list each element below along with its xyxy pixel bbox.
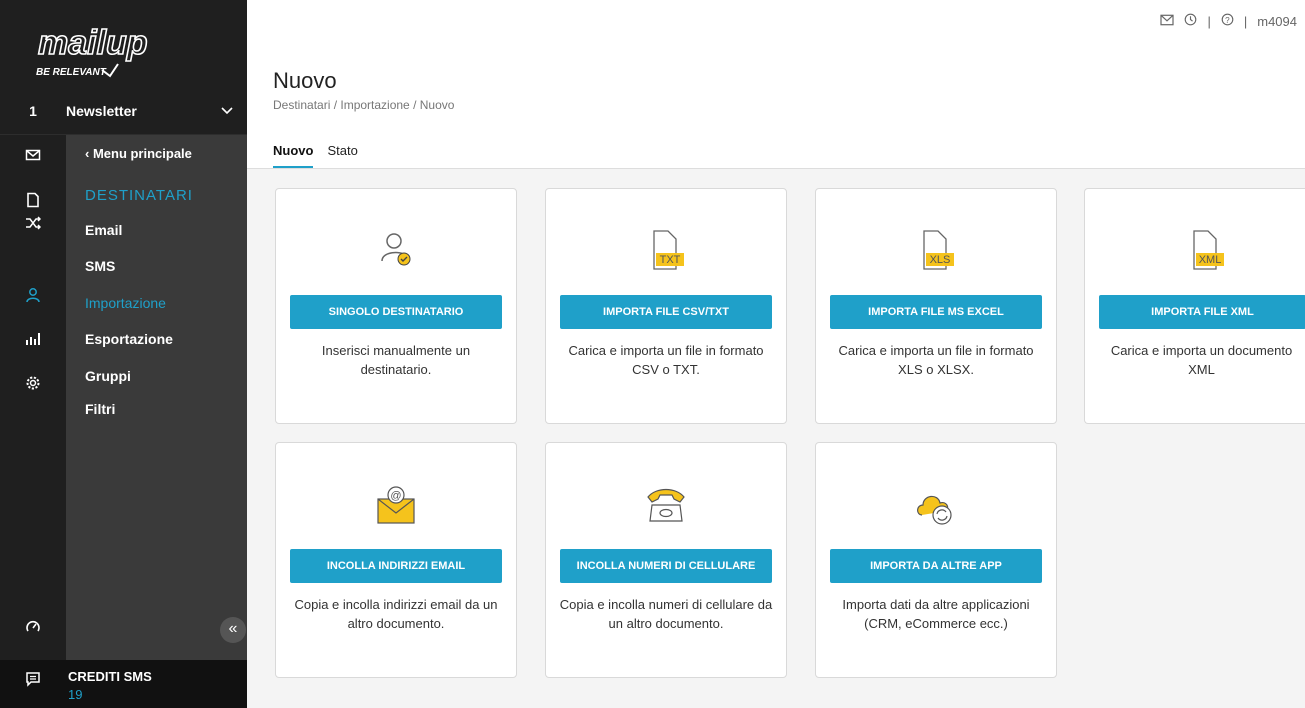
sms-credits-value: 19 bbox=[68, 687, 83, 702]
page-header: Nuovo Destinatari / Importazione / Nuovo… bbox=[247, 42, 1305, 169]
importa-csv-button[interactable]: IMPORTA FILE CSV/TXT bbox=[560, 295, 772, 329]
account-name: Newsletter bbox=[66, 103, 137, 119]
svg-text:XLS: XLS bbox=[930, 254, 951, 266]
brand-area: mailup BE RELEVANT 1 Newsletter bbox=[0, 0, 247, 135]
txt-file-icon: TXT bbox=[546, 227, 786, 275]
clock-icon[interactable] bbox=[1184, 13, 1197, 29]
menu-item-importazione[interactable]: Importazione bbox=[85, 295, 166, 311]
chat-icon bbox=[24, 670, 42, 688]
svg-text:XML: XML bbox=[1198, 254, 1221, 266]
menu-item-gruppi[interactable]: Gruppi bbox=[85, 368, 131, 384]
xml-file-icon: XML bbox=[1085, 227, 1305, 275]
card-description: Carica e importa un file in formato XLS … bbox=[838, 343, 1034, 377]
card-description: Inserisci manualmente un destinatario. bbox=[321, 343, 471, 377]
account-selector[interactable]: 1 Newsletter bbox=[0, 88, 247, 135]
menu-item-filtri[interactable]: Filtri bbox=[85, 401, 115, 417]
mail-icon[interactable] bbox=[24, 146, 42, 164]
incolla-email-button[interactable]: INCOLLA INDIRIZZI EMAIL bbox=[290, 549, 502, 583]
help-icon[interactable]: ? bbox=[1221, 13, 1234, 29]
importa-altre-app-button[interactable]: IMPORTA DA ALTRE APP bbox=[830, 549, 1042, 583]
card-incolla-email: @ INCOLLA INDIRIZZI EMAIL Copia e incoll… bbox=[275, 442, 517, 678]
user-check-icon bbox=[276, 227, 516, 275]
page-title: Nuovo bbox=[273, 68, 337, 93]
section-heading: DESTINATARI bbox=[85, 187, 193, 204]
svg-text:?: ? bbox=[1225, 16, 1230, 25]
card-description: Carica e importa un documento XML bbox=[1110, 343, 1293, 377]
breadcrumb: Destinatari / Importazione / Nuovo bbox=[273, 98, 455, 112]
tab-stato[interactable]: Stato bbox=[327, 143, 357, 168]
card-description: Copia e incolla indirizzi email da un al… bbox=[294, 597, 498, 631]
back-to-main-menu[interactable]: ‹ Menu principale bbox=[85, 146, 192, 161]
card-importa-xml: XML IMPORTA FILE XML Carica e importa un… bbox=[1084, 188, 1305, 424]
mailup-logo: mailup BE RELEVANT bbox=[36, 23, 148, 78]
card-description: Importa dati da altre applicazioni (CRM,… bbox=[842, 597, 1030, 631]
card-importa-altre-app: IMPORTA DA ALTRE APP Importa dati da alt… bbox=[815, 442, 1057, 678]
email-at-icon: @ bbox=[276, 481, 516, 529]
user-menu[interactable]: m4094 bbox=[1257, 14, 1297, 29]
card-description: Copia e incolla numeri di cellulare da u… bbox=[559, 597, 773, 631]
xls-file-icon: XLS bbox=[816, 227, 1056, 275]
separator: | bbox=[1243, 13, 1248, 29]
separator: | bbox=[1207, 13, 1211, 29]
document-icon[interactable] bbox=[24, 191, 42, 209]
sms-credits-label: CREDITI SMS bbox=[68, 669, 152, 684]
svg-text:TXT: TXT bbox=[660, 254, 681, 266]
menu-item-email[interactable]: Email bbox=[85, 222, 122, 238]
incolla-cellulari-button[interactable]: INCOLLA NUMERI DI CELLULARE bbox=[560, 549, 772, 583]
submenu-panel bbox=[66, 135, 247, 660]
card-singolo-destinatario: SINGOLO DESTINATARIO Inserisci manualmen… bbox=[275, 188, 517, 424]
bar-chart-icon[interactable] bbox=[24, 330, 42, 348]
mail-icon[interactable] bbox=[1160, 14, 1175, 29]
card-incolla-cellulari: INCOLLA NUMERI DI CELLULARE Copia e inco… bbox=[545, 442, 787, 678]
card-importa-csv: TXT IMPORTA FILE CSV/TXT Carica e import… bbox=[545, 188, 787, 424]
importa-xml-button[interactable]: IMPORTA FILE XML bbox=[1099, 295, 1305, 329]
collapse-sidebar-button[interactable]: « bbox=[220, 617, 246, 643]
phone-icon bbox=[546, 481, 786, 529]
gear-icon[interactable] bbox=[24, 374, 42, 392]
sidebar-footer bbox=[0, 660, 247, 708]
svg-text:mailup: mailup bbox=[38, 24, 148, 62]
menu-item-esportazione[interactable]: Esportazione bbox=[85, 331, 173, 347]
card-importa-excel: XLS IMPORTA FILE MS EXCEL Carica e impor… bbox=[815, 188, 1057, 424]
icon-rail bbox=[0, 135, 66, 660]
menu-item-sms[interactable]: SMS bbox=[85, 258, 115, 274]
shuffle-icon[interactable] bbox=[24, 214, 42, 232]
user-icon[interactable] bbox=[24, 286, 42, 304]
cloud-sync-icon bbox=[816, 481, 1056, 529]
tab-nuovo[interactable]: Nuovo bbox=[273, 143, 314, 168]
svg-text:BE RELEVANT: BE RELEVANT bbox=[36, 67, 107, 78]
chevron-down-icon bbox=[207, 102, 247, 120]
singolo-destinatario-button[interactable]: SINGOLO DESTINATARIO bbox=[290, 295, 502, 329]
speedometer-icon[interactable] bbox=[24, 618, 42, 636]
top-bar: | ? | m4094 bbox=[247, 0, 1305, 43]
account-number: 1 bbox=[29, 103, 37, 119]
svg-text:@: @ bbox=[390, 490, 401, 502]
card-description: Carica e importa un file in formato CSV … bbox=[568, 343, 764, 377]
importa-excel-button[interactable]: IMPORTA FILE MS EXCEL bbox=[830, 295, 1042, 329]
